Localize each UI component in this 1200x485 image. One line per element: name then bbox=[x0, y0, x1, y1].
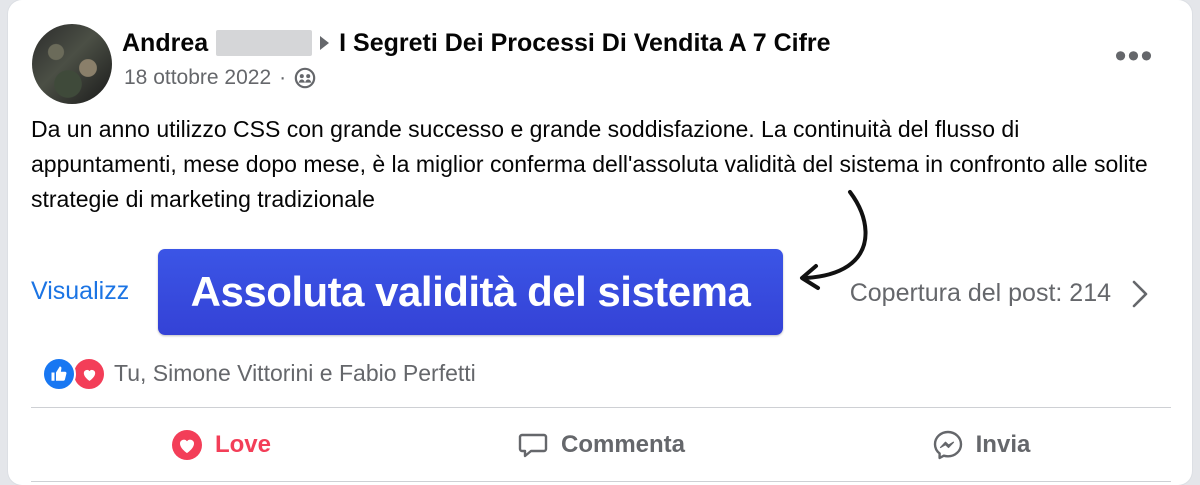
post-reach[interactable]: Copertura del post: 214 bbox=[850, 279, 1111, 308]
comment-label: Commenta bbox=[560, 431, 686, 458]
annotation-arrow-icon bbox=[800, 190, 868, 290]
love-heart-icon bbox=[171, 430, 202, 460]
action-bar: Love Commenta Invia bbox=[31, 410, 1171, 480]
like-icon bbox=[42, 357, 76, 391]
post-date[interactable]: 18 ottobre 2022 bbox=[124, 66, 271, 90]
love-icon bbox=[72, 357, 106, 391]
author-name[interactable]: Andrea bbox=[122, 29, 208, 58]
comment-button[interactable]: Commenta bbox=[411, 410, 791, 480]
divider bbox=[31, 481, 1171, 482]
meta-separator: · bbox=[279, 66, 287, 89]
redacted-name bbox=[216, 30, 313, 56]
messenger-icon bbox=[933, 430, 962, 460]
arrow-right-icon bbox=[320, 36, 330, 50]
post-card: Andrea I Segreti Dei Processi Di Vendita… bbox=[8, 0, 1192, 485]
post-header: Andrea I Segreti Dei Processi Di Vendita… bbox=[122, 28, 831, 58]
avatar[interactable] bbox=[32, 24, 112, 104]
highlight-banner: Assoluta validità del sistema bbox=[158, 249, 783, 335]
post-meta: 18 ottobre 2022 · bbox=[124, 64, 316, 92]
view-insights-link[interactable]: Visualizz bbox=[31, 277, 129, 306]
love-button[interactable]: Love bbox=[31, 410, 411, 480]
send-label: Invia bbox=[975, 431, 1031, 458]
send-button[interactable]: Invia bbox=[791, 410, 1171, 480]
reaction-icons bbox=[42, 356, 108, 391]
group-name[interactable]: I Segreti Dei Processi Di Vendita A 7 Ci… bbox=[339, 29, 830, 58]
reactions-summary[interactable]: Tu, Simone Vittorini e Fabio Perfetti bbox=[42, 355, 476, 391]
love-label: Love bbox=[214, 431, 271, 458]
comment-icon bbox=[518, 433, 548, 458]
reaction-names: Tu, Simone Vittorini e Fabio Perfetti bbox=[114, 359, 476, 386]
friends-icon bbox=[294, 67, 316, 89]
post-body-text: Da un anno utilizzo CSS con grande succe… bbox=[31, 116, 1148, 212]
chevron-right-icon[interactable] bbox=[1129, 278, 1153, 310]
more-options-button[interactable]: ••• bbox=[1114, 36, 1154, 76]
divider bbox=[31, 407, 1171, 408]
